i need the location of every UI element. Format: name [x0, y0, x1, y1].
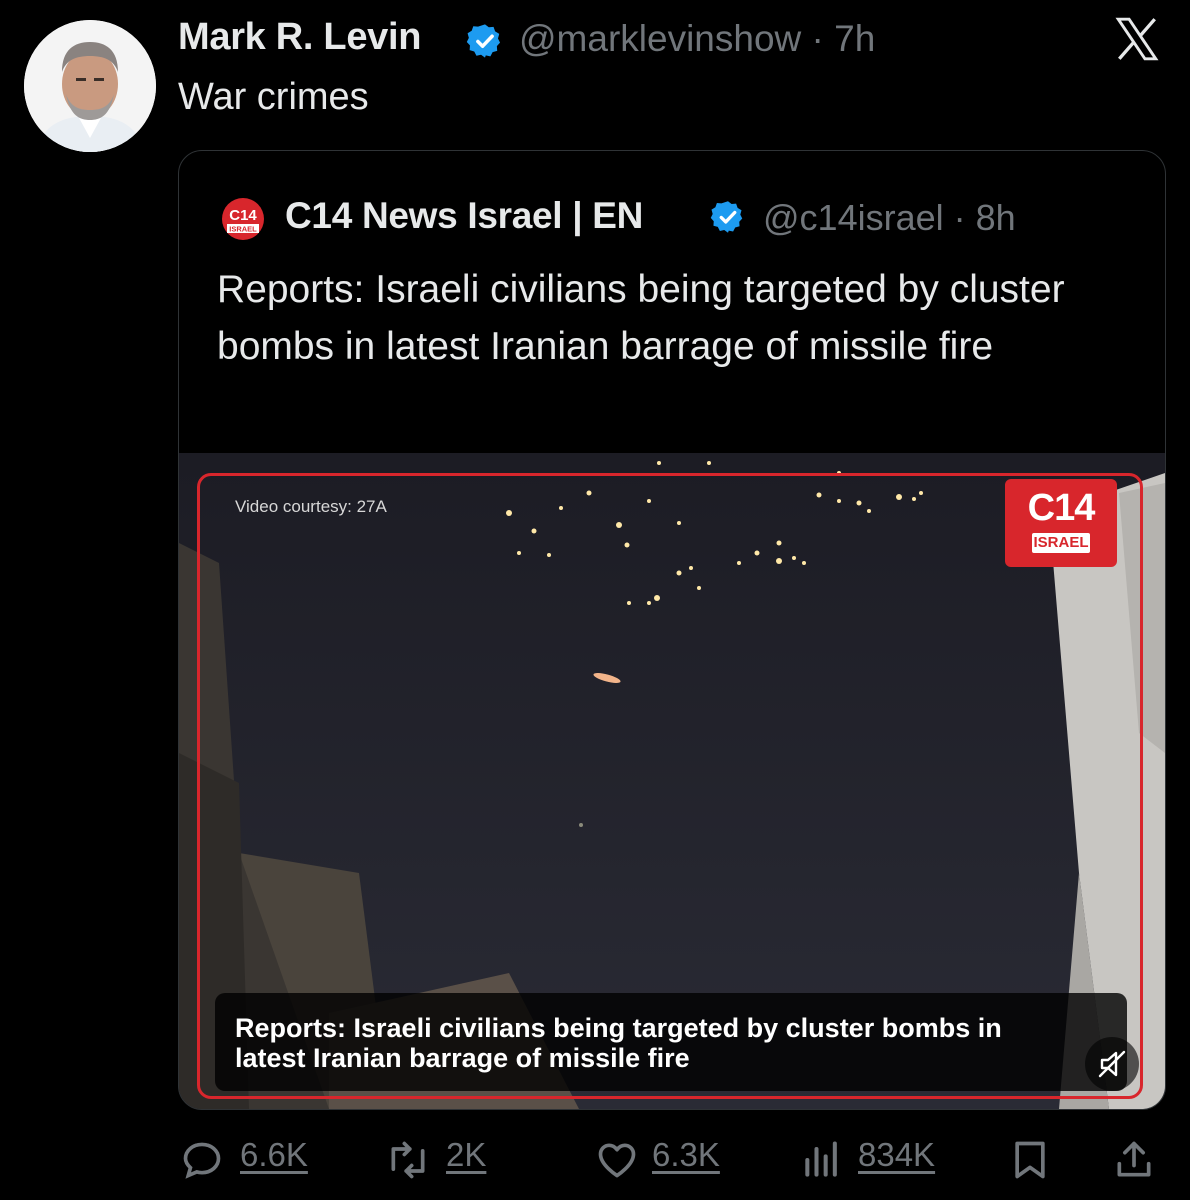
- repost-button[interactable]: 2K: [384, 1134, 504, 1184]
- repost-count: 2K: [446, 1136, 487, 1173]
- quoted-text: Reports: Israeli civilians being targete…: [217, 268, 1065, 368]
- reply-count: 6.6K: [240, 1136, 308, 1173]
- views-count: 834K: [858, 1136, 936, 1173]
- video-courtesy-text: Video courtesy: 27A: [235, 497, 387, 516]
- quoted-author-name[interactable]: C14 News Israel | EN: [285, 195, 643, 237]
- mute-button[interactable]: [1085, 1037, 1139, 1091]
- video-caption-box: Reports: Israeli civilians being targete…: [215, 993, 1139, 1091]
- bookmark-icon: [1015, 1141, 1045, 1179]
- c14-watermark-sub: ISRAEL: [1032, 533, 1090, 553]
- video-player[interactable]: Video courtesy: 27A C14 ISRAEL Reports: …: [179, 453, 1165, 1109]
- verified-badge-icon: [466, 24, 501, 58]
- bookmark-button[interactable]: [1008, 1134, 1052, 1184]
- x-logo-icon[interactable]: [1112, 14, 1162, 64]
- svg-text:ISRAEL: ISRAEL: [229, 225, 257, 234]
- avatar[interactable]: [24, 20, 156, 152]
- heart-icon: [598, 1143, 636, 1178]
- like-button[interactable]: 6.3K: [594, 1134, 734, 1184]
- repost-icon: [391, 1141, 425, 1179]
- quoted-handle-time[interactable]: @c14israel · 8h: [763, 197, 1016, 239]
- analytics-icon: [805, 1141, 837, 1177]
- c14-watermark: C14 ISRAEL: [1005, 479, 1117, 567]
- avatar-portrait-icon: [24, 20, 156, 152]
- tweet-text: War crimes: [178, 76, 369, 118]
- share-icon: [1117, 1141, 1151, 1177]
- views-button[interactable]: 834K: [800, 1134, 950, 1184]
- author-handle-time[interactable]: @marklevinshow · 7h: [519, 18, 875, 60]
- reply-button[interactable]: 6.6K: [180, 1134, 320, 1184]
- quoted-post-card[interactable]: C14 ISRAEL C14 News Israel | EN @c14isra…: [178, 150, 1166, 1110]
- reply-icon: [183, 1142, 221, 1179]
- video-caption-text: Reports: Israeli civilians being targete…: [235, 1013, 1002, 1073]
- verified-badge-icon: [710, 201, 743, 233]
- svg-text:C14: C14: [229, 207, 257, 224]
- author-name[interactable]: Mark R. Levin: [178, 16, 421, 59]
- c14-watermark-main: C14: [1027, 487, 1096, 529]
- share-button[interactable]: [1112, 1134, 1156, 1184]
- c14-logo-icon: C14 ISRAEL: [222, 198, 264, 240]
- action-bar: 6.6K 2K 6.3K 834K: [0, 1134, 1190, 1184]
- like-count: 6.3K: [652, 1136, 720, 1173]
- speaker-muted-icon: [1098, 1050, 1126, 1078]
